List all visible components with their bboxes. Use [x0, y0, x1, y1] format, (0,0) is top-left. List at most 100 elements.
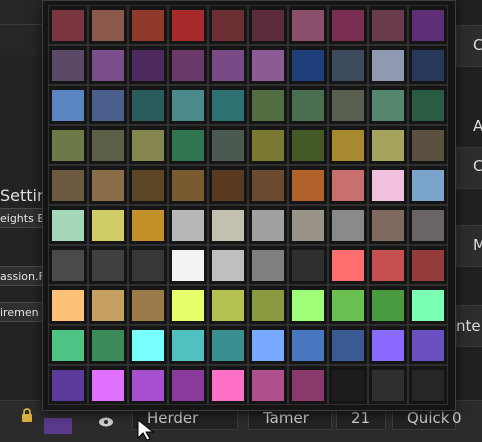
color-swatch-cell[interactable]: [328, 245, 368, 285]
color-swatch-cell[interactable]: [208, 205, 248, 245]
color-swatch-cell[interactable]: [128, 285, 168, 325]
color-swatch-cell[interactable]: [128, 205, 168, 245]
color-swatch-cell[interactable]: [368, 205, 408, 245]
color-swatch-cell[interactable]: [248, 85, 288, 125]
color-swatch-cell[interactable]: [48, 125, 88, 165]
color-swatch-cell[interactable]: [328, 125, 368, 165]
color-swatch-cell[interactable]: [208, 125, 248, 165]
color-swatch-cell[interactable]: [248, 45, 288, 85]
color-swatch-cell[interactable]: [408, 85, 448, 125]
color-swatch-cell[interactable]: [168, 325, 208, 365]
color-swatch-cell[interactable]: [168, 165, 208, 205]
color-swatch-cell[interactable]: [48, 365, 88, 405]
color-swatch-cell[interactable]: [368, 245, 408, 285]
color-swatch-cell[interactable]: [288, 125, 328, 165]
color-swatch-cell[interactable]: [288, 5, 328, 45]
color-swatch-cell[interactable]: [288, 365, 328, 405]
color-swatch-cell[interactable]: [248, 245, 288, 285]
color-swatch-cell[interactable]: [368, 325, 408, 365]
color-swatch-cell[interactable]: [248, 5, 288, 45]
color-swatch-cell[interactable]: [88, 285, 128, 325]
color-swatch-cell[interactable]: [368, 5, 408, 45]
requirement-field[interactable]: iremen: [0, 302, 46, 322]
color-swatch-cell[interactable]: [248, 125, 288, 165]
color-swatch-cell[interactable]: [248, 285, 288, 325]
color-swatch-cell[interactable]: [328, 365, 368, 405]
color-swatch-cell[interactable]: [408, 165, 448, 205]
color-swatch-cell[interactable]: [168, 125, 208, 165]
color-swatch-cell[interactable]: [248, 205, 288, 245]
color-swatch-cell[interactable]: [208, 85, 248, 125]
color-swatch-cell[interactable]: [128, 85, 168, 125]
color-swatch-cell[interactable]: [248, 365, 288, 405]
color-swatch-cell[interactable]: [48, 245, 88, 285]
color-swatch-cell[interactable]: [128, 245, 168, 285]
color-swatch-cell[interactable]: [368, 85, 408, 125]
color-swatch-cell[interactable]: [408, 125, 448, 165]
color-swatch-cell[interactable]: [48, 285, 88, 325]
color-swatch-cell[interactable]: [408, 325, 448, 365]
color-swatch-cell[interactable]: [88, 125, 128, 165]
color-swatch-cell[interactable]: [408, 365, 448, 405]
color-swatch-cell[interactable]: [128, 325, 168, 365]
color-swatch-cell[interactable]: [88, 205, 128, 245]
color-swatch-cell[interactable]: [408, 5, 448, 45]
color-swatch-cell[interactable]: [368, 365, 408, 405]
color-swatch-cell[interactable]: [168, 205, 208, 245]
color-swatch-cell[interactable]: [48, 45, 88, 85]
color-swatch-cell[interactable]: [408, 205, 448, 245]
color-swatch-cell[interactable]: [328, 165, 368, 205]
color-swatch-cell[interactable]: [288, 285, 328, 325]
color-swatch-cell[interactable]: [328, 285, 368, 325]
lock-icon[interactable]: [20, 408, 34, 422]
color-swatch-cell[interactable]: [408, 285, 448, 325]
color-swatch-cell[interactable]: [88, 325, 128, 365]
color-swatch-cell[interactable]: [48, 325, 88, 365]
color-swatch-cell[interactable]: [128, 365, 168, 405]
color-swatch-cell[interactable]: [288, 85, 328, 125]
color-swatch-cell[interactable]: [128, 165, 168, 205]
color-swatch-cell[interactable]: [88, 5, 128, 45]
color-swatch-cell[interactable]: [328, 45, 368, 85]
color-swatch-cell[interactable]: [168, 45, 208, 85]
eye-icon[interactable]: [98, 415, 114, 429]
color-swatch-cell[interactable]: [168, 5, 208, 45]
weights-field[interactable]: eights B: [0, 208, 46, 228]
color-swatch-cell[interactable]: [48, 85, 88, 125]
color-swatch-cell[interactable]: [208, 245, 248, 285]
color-swatch-cell[interactable]: [368, 165, 408, 205]
color-swatch-cell[interactable]: [288, 245, 328, 285]
color-swatch-cell[interactable]: [128, 5, 168, 45]
color-swatch-cell[interactable]: [168, 365, 208, 405]
color-swatch-cell[interactable]: [208, 165, 248, 205]
color-swatch-cell[interactable]: [288, 165, 328, 205]
color-swatch-cell[interactable]: [128, 45, 168, 85]
color-swatch-cell[interactable]: [328, 325, 368, 365]
color-swatch-cell[interactable]: [208, 325, 248, 365]
color-swatch-cell[interactable]: [368, 125, 408, 165]
color-swatch-cell[interactable]: [288, 325, 328, 365]
color-swatch-cell[interactable]: [168, 285, 208, 325]
color-swatch-cell[interactable]: [168, 85, 208, 125]
color-swatch-cell[interactable]: [48, 5, 88, 45]
passion-field[interactable]: assion.F: [0, 266, 46, 286]
color-swatch-cell[interactable]: [208, 5, 248, 45]
color-swatch-cell[interactable]: [88, 365, 128, 405]
color-swatch-cell[interactable]: [168, 245, 208, 285]
color-swatch-cell[interactable]: [408, 45, 448, 85]
color-swatch-cell[interactable]: [208, 285, 248, 325]
color-swatch-cell[interactable]: [328, 205, 368, 245]
color-swatch-cell[interactable]: [128, 125, 168, 165]
color-swatch-cell[interactable]: [48, 165, 88, 205]
color-swatch-cell[interactable]: [88, 85, 128, 125]
color-swatch-cell[interactable]: [88, 165, 128, 205]
color-swatch-cell[interactable]: [208, 45, 248, 85]
color-swatch-cell[interactable]: [208, 365, 248, 405]
color-swatch-cell[interactable]: [408, 245, 448, 285]
color-swatch-cell[interactable]: [288, 45, 328, 85]
color-swatch-cell[interactable]: [248, 325, 288, 365]
color-swatch-cell[interactable]: [48, 205, 88, 245]
color-swatch-cell[interactable]: [368, 45, 408, 85]
color-swatch-cell[interactable]: [368, 285, 408, 325]
color-swatch-cell[interactable]: [248, 165, 288, 205]
